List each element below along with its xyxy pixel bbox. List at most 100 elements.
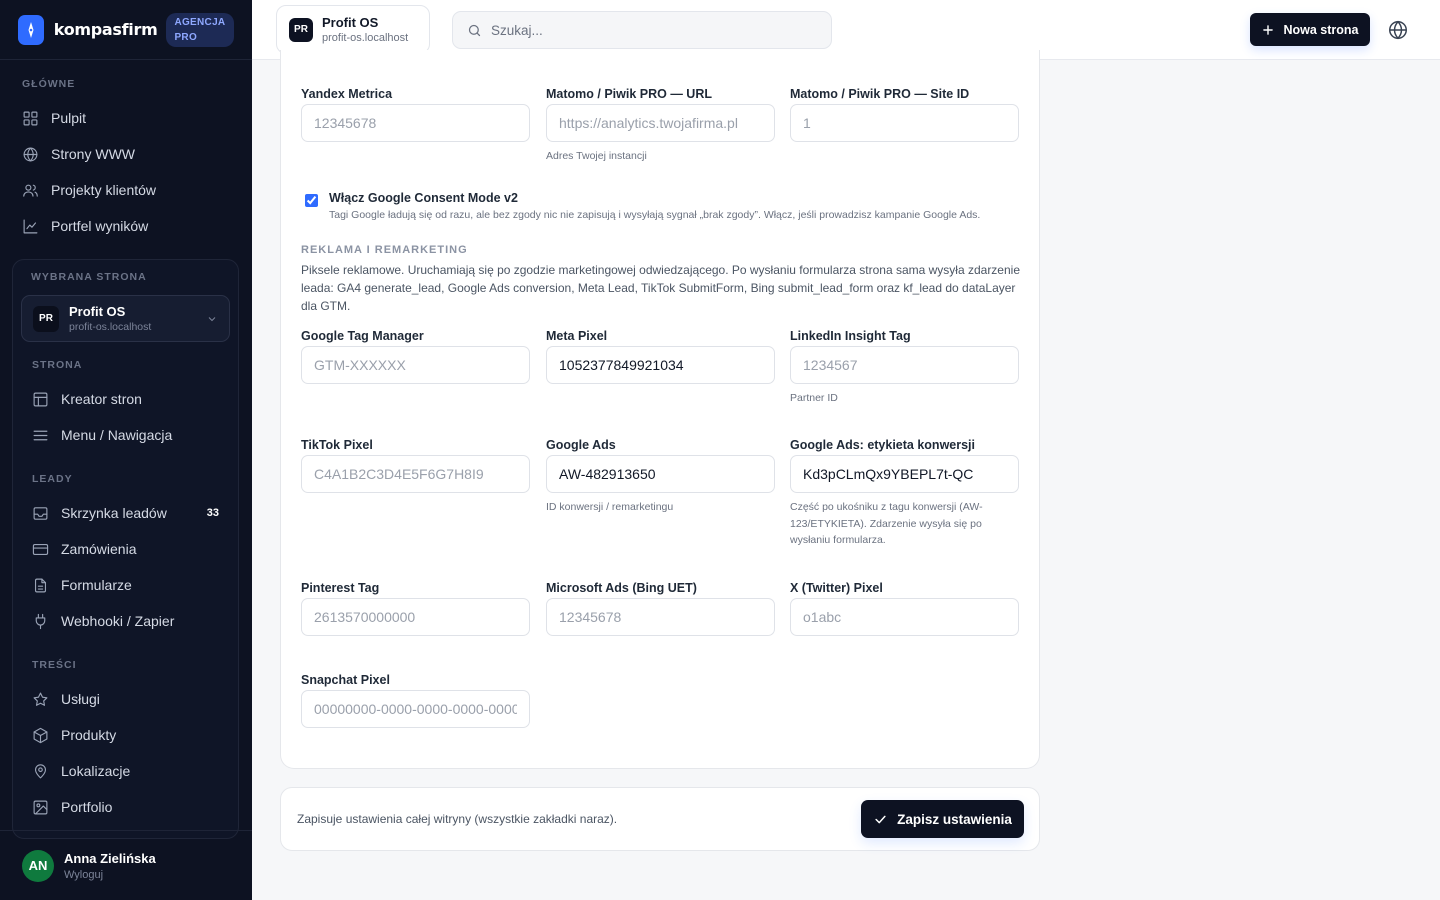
search-icon: [468, 24, 481, 36]
selected-site-panel: WYBRANA STRONA PR Profit OS profit-os.lo…: [12, 259, 239, 839]
site-badge: PR: [33, 305, 59, 332]
globe-icon[interactable]: [1387, 19, 1409, 41]
field-label: Meta Pixel: [546, 329, 608, 343]
search-input[interactable]: [491, 22, 811, 38]
nav-item-label: Projekty klientów: [51, 182, 157, 198]
user-panel: AN Anna Zielińska Wyloguj: [0, 830, 252, 900]
field-label: Matomo / Piwik PRO — Site ID: [790, 87, 970, 101]
snapchat-input[interactable]: [301, 690, 530, 728]
field-hint: ID konwersji / remarketingu: [546, 501, 674, 513]
twitter-field: X (Twitter) Pixel: [790, 581, 1019, 636]
matomo-site-input[interactable]: [790, 104, 1019, 142]
new-page-label: Nowa strona: [1283, 22, 1359, 37]
sidebar: kompasfirm AGENCJA PRO GŁÓWNE Pulpit Str…: [0, 0, 252, 900]
bing-input[interactable]: [546, 598, 775, 636]
nav-item-label: Pulpit: [51, 110, 87, 126]
section-label-main: GŁÓWNE: [22, 78, 76, 90]
site-nav: STRONA Kreator stron Menu / Nawigacja LE…: [13, 359, 238, 825]
field-hint: Część po ukośniku z tagu konwersji (AW-1…: [790, 501, 983, 546]
site-badge: PR: [289, 17, 313, 42]
field-label: X (Twitter) Pixel: [790, 581, 883, 595]
field-label: Pinterest Tag: [301, 581, 380, 595]
nav-item-label: Produkty: [61, 727, 117, 743]
nav-item-label: Webhooki / Zapier: [61, 613, 175, 629]
gtm-input[interactable]: [301, 346, 530, 384]
nav-item-strony-www[interactable]: Strony WWW: [22, 136, 232, 172]
save-settings-label: Zapisz ustawienia: [897, 811, 1012, 827]
consent-mode-label: Włącz Google Consent Mode v2: [329, 191, 518, 205]
site-selector[interactable]: PR Profit OS profit-os.localhost: [21, 295, 230, 342]
avatar[interactable]: AN: [22, 849, 54, 882]
ads-section-description: Piksele reklamowe. Uruchamiają się po zg…: [301, 263, 1020, 313]
bing-field: Microsoft Ads (Bing UET): [546, 581, 775, 636]
field-label: TikTok Pixel: [301, 438, 373, 452]
inbox-icon: [33, 506, 48, 520]
matomo-url-input[interactable]: [546, 104, 775, 142]
nav-item-label: Zamówienia: [61, 541, 137, 557]
credit-card-icon: [32, 543, 49, 555]
nav-item-zamowienia[interactable]: Zamówienia: [32, 531, 219, 567]
new-page-button[interactable]: Nowa strona: [1250, 13, 1370, 46]
section-label-tresci: TREŚCI: [32, 659, 77, 671]
chart-line-icon: [23, 219, 38, 233]
field-label: Snapchat Pixel: [301, 673, 390, 687]
check-icon: [875, 815, 886, 823]
linkedin-input[interactable]: [790, 346, 1019, 384]
grid-icon: [23, 111, 38, 125]
nav-item-portfolio[interactable]: Portfolio: [32, 789, 219, 825]
site-domain: profit-os.localhost: [322, 32, 409, 44]
nav-item-label: Portfel wyników: [51, 218, 149, 234]
nav-item-kreator-stron[interactable]: Kreator stron: [32, 381, 219, 417]
tracking-settings-card: Yandex Metrica Matomo / Piwik PRO — URL …: [280, 50, 1040, 769]
nav-item-projekty-klientow[interactable]: Projekty klientów: [22, 172, 232, 208]
save-bar: Zapisuje ustawienia całej witryny (wszys…: [280, 787, 1040, 851]
field-label: Google Ads: etykieta konwersji: [790, 438, 976, 452]
google-ads-input[interactable]: [546, 455, 775, 493]
plan-badge: AGENCJA PRO: [166, 12, 234, 47]
google-ads-field: Google Ads ID konwersji / remarketingu: [546, 438, 775, 515]
plus-icon: [1263, 24, 1274, 35]
nav-item-produkty[interactable]: Produkty: [32, 717, 219, 753]
nav-item-menu-nawigacja[interactable]: Menu / Nawigacja: [32, 417, 219, 453]
pinterest-field: Pinterest Tag: [301, 581, 530, 636]
users-icon: [23, 184, 38, 197]
user-name: Anna Zielińska: [64, 850, 156, 866]
consent-mode-checkbox[interactable]: [305, 194, 318, 207]
site-switcher[interactable]: PR Profit OS profit-os.localhost: [276, 5, 430, 54]
nav-item-lokalizacje[interactable]: Lokalizacje: [32, 753, 219, 789]
field-label: Microsoft Ads (Bing UET): [546, 581, 697, 595]
yandex-input[interactable]: [301, 104, 530, 142]
nav-item-skrzynka-leadow[interactable]: Skrzynka leadów 33: [32, 495, 219, 531]
linkedin-field: LinkedIn Insight Tag Partner ID: [790, 329, 1019, 406]
logout-link[interactable]: Wyloguj: [64, 869, 156, 881]
section-label-strona: STRONA: [32, 359, 83, 371]
field-label: LinkedIn Insight Tag: [790, 329, 911, 343]
save-settings-button[interactable]: Zapisz ustawienia: [861, 800, 1024, 838]
meta-pixel-field: Meta Pixel: [546, 329, 775, 384]
meta-pixel-input[interactable]: [546, 346, 775, 384]
ads-section-heading: REKLAMA I REMARKETING: [301, 244, 468, 256]
field-label: Yandex Metrica: [301, 87, 393, 101]
section-label-leady: LEADY: [32, 473, 73, 485]
nav-item-uslugi[interactable]: Usługi: [32, 681, 219, 717]
nav-item-label: Menu / Nawigacja: [61, 427, 173, 443]
pinterest-input[interactable]: [301, 598, 530, 636]
nav-item-label: Portfolio: [61, 799, 113, 815]
nav-item-formularze[interactable]: Formularze: [32, 567, 219, 603]
brand[interactable]: kompasfirm AGENCJA PRO: [0, 0, 252, 60]
tiktok-input[interactable]: [301, 455, 530, 493]
site-name: Profit OS: [69, 304, 126, 319]
nav-item-webhooki-zapier[interactable]: Webhooki / Zapier: [32, 603, 219, 639]
yandex-field: Yandex Metrica: [301, 87, 530, 142]
nav-item-label: Skrzynka leadów: [61, 505, 167, 521]
nav-item-portfel-wynikow[interactable]: Portfel wyników: [22, 208, 232, 244]
google-ads-label-field: Google Ads: etykieta konwersji Część po …: [790, 438, 1019, 549]
field-label: Matomo / Piwik PRO — URL: [546, 87, 712, 101]
matomo-url-field: Matomo / Piwik PRO — URL Adres Twojej in…: [546, 87, 775, 164]
twitter-input[interactable]: [790, 598, 1019, 636]
nav-item-pulpit[interactable]: Pulpit: [22, 100, 232, 136]
site-name: Profit OS: [322, 15, 379, 30]
google-ads-label-input[interactable]: [790, 455, 1019, 493]
consent-mode-option: Włącz Google Consent Mode v2 Tagi Google…: [305, 191, 1015, 221]
site-domain: profit-os.localhost: [69, 321, 152, 333]
